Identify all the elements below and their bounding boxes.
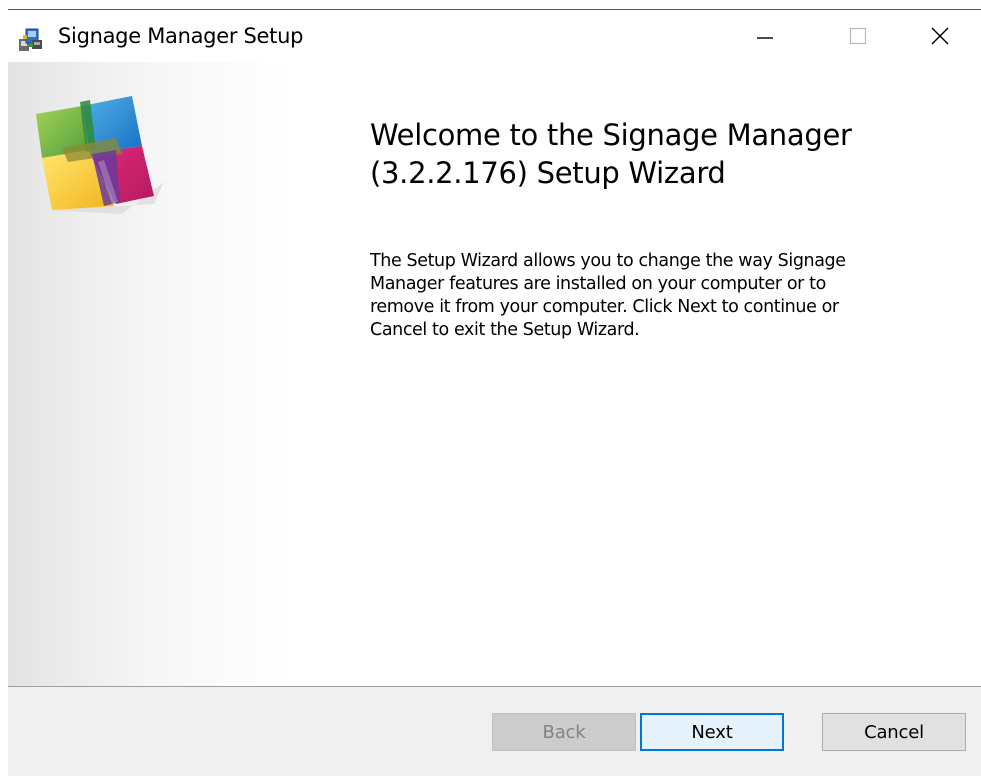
- cancel-button[interactable]: Cancel: [822, 713, 966, 751]
- side-banner: [8, 62, 290, 686]
- maximize-icon: [849, 27, 867, 45]
- close-icon: [931, 27, 948, 45]
- welcome-heading: Welcome to the Signage Manager (3.2.2.17…: [370, 116, 930, 192]
- installer-app-icon: [19, 28, 42, 51]
- minimize-icon: [757, 37, 773, 39]
- maximize-button[interactable]: [813, 10, 903, 62]
- welcome-heading-line: Welcome to the Signage Manager: [370, 118, 852, 152]
- setup-wizard-window: Signage Manager Setup Welcome to the Sig…: [0, 0, 981, 776]
- minimize-button[interactable]: [720, 10, 810, 62]
- next-button[interactable]: Next: [640, 713, 784, 751]
- window-title: Signage Manager Setup: [58, 24, 304, 48]
- description-line: The Setup Wizard allows you to change th…: [370, 251, 846, 271]
- back-button[interactable]: Back: [492, 713, 636, 751]
- signage-manager-logo-icon: [36, 96, 164, 214]
- description-line: Cancel to exit the Setup Wizard.: [370, 320, 640, 340]
- wizard-content: Welcome to the Signage Manager (3.2.2.17…: [8, 62, 981, 686]
- welcome-heading-line: (3.2.2.176) Setup Wizard: [370, 156, 726, 190]
- welcome-description: The Setup Wizard allows you to change th…: [370, 250, 950, 342]
- button-bar: Back Next Cancel: [8, 687, 981, 776]
- description-line: Manager features are installed on your c…: [370, 274, 826, 294]
- description-line: remove it from your computer. Click Next…: [370, 297, 839, 317]
- close-button[interactable]: [898, 10, 981, 62]
- title-bar[interactable]: Signage Manager Setup: [8, 10, 981, 62]
